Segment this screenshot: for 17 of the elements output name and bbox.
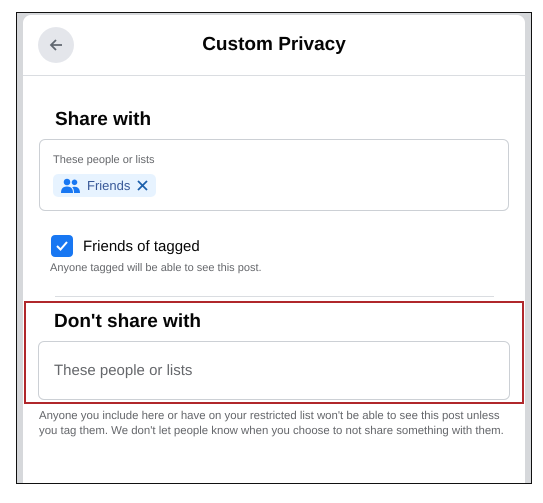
remove-icon[interactable]: [137, 180, 148, 191]
field-label: These people or lists: [53, 154, 154, 166]
hint-text: Anyone tagged will be able to see this post.: [50, 262, 262, 274]
people-icon: [61, 178, 80, 193]
friends-chip[interactable]: Friends: [53, 174, 156, 197]
checkbox[interactable]: [51, 235, 73, 257]
share-with-field[interactable]: These people or lists Friends: [39, 139, 509, 211]
checkbox-label: Friends of tagged: [83, 238, 200, 254]
section-heading: Share with: [54, 108, 152, 131]
exclude-people-field[interactable]: These people or lists: [38, 341, 510, 400]
dialog-title: Custom Privacy: [202, 34, 346, 56]
back-button[interactable]: [38, 27, 74, 63]
chip-label: Friends: [87, 178, 130, 193]
check-icon: [55, 240, 69, 252]
help-text: Anyone you include here or have on your restricted list won't be able to see this post unless you tag them. We don't let people know when you choose to not share something with them.: [39, 409, 505, 439]
section-heading: Don't share with: [53, 311, 202, 333]
back-arrow-icon: [48, 37, 64, 53]
